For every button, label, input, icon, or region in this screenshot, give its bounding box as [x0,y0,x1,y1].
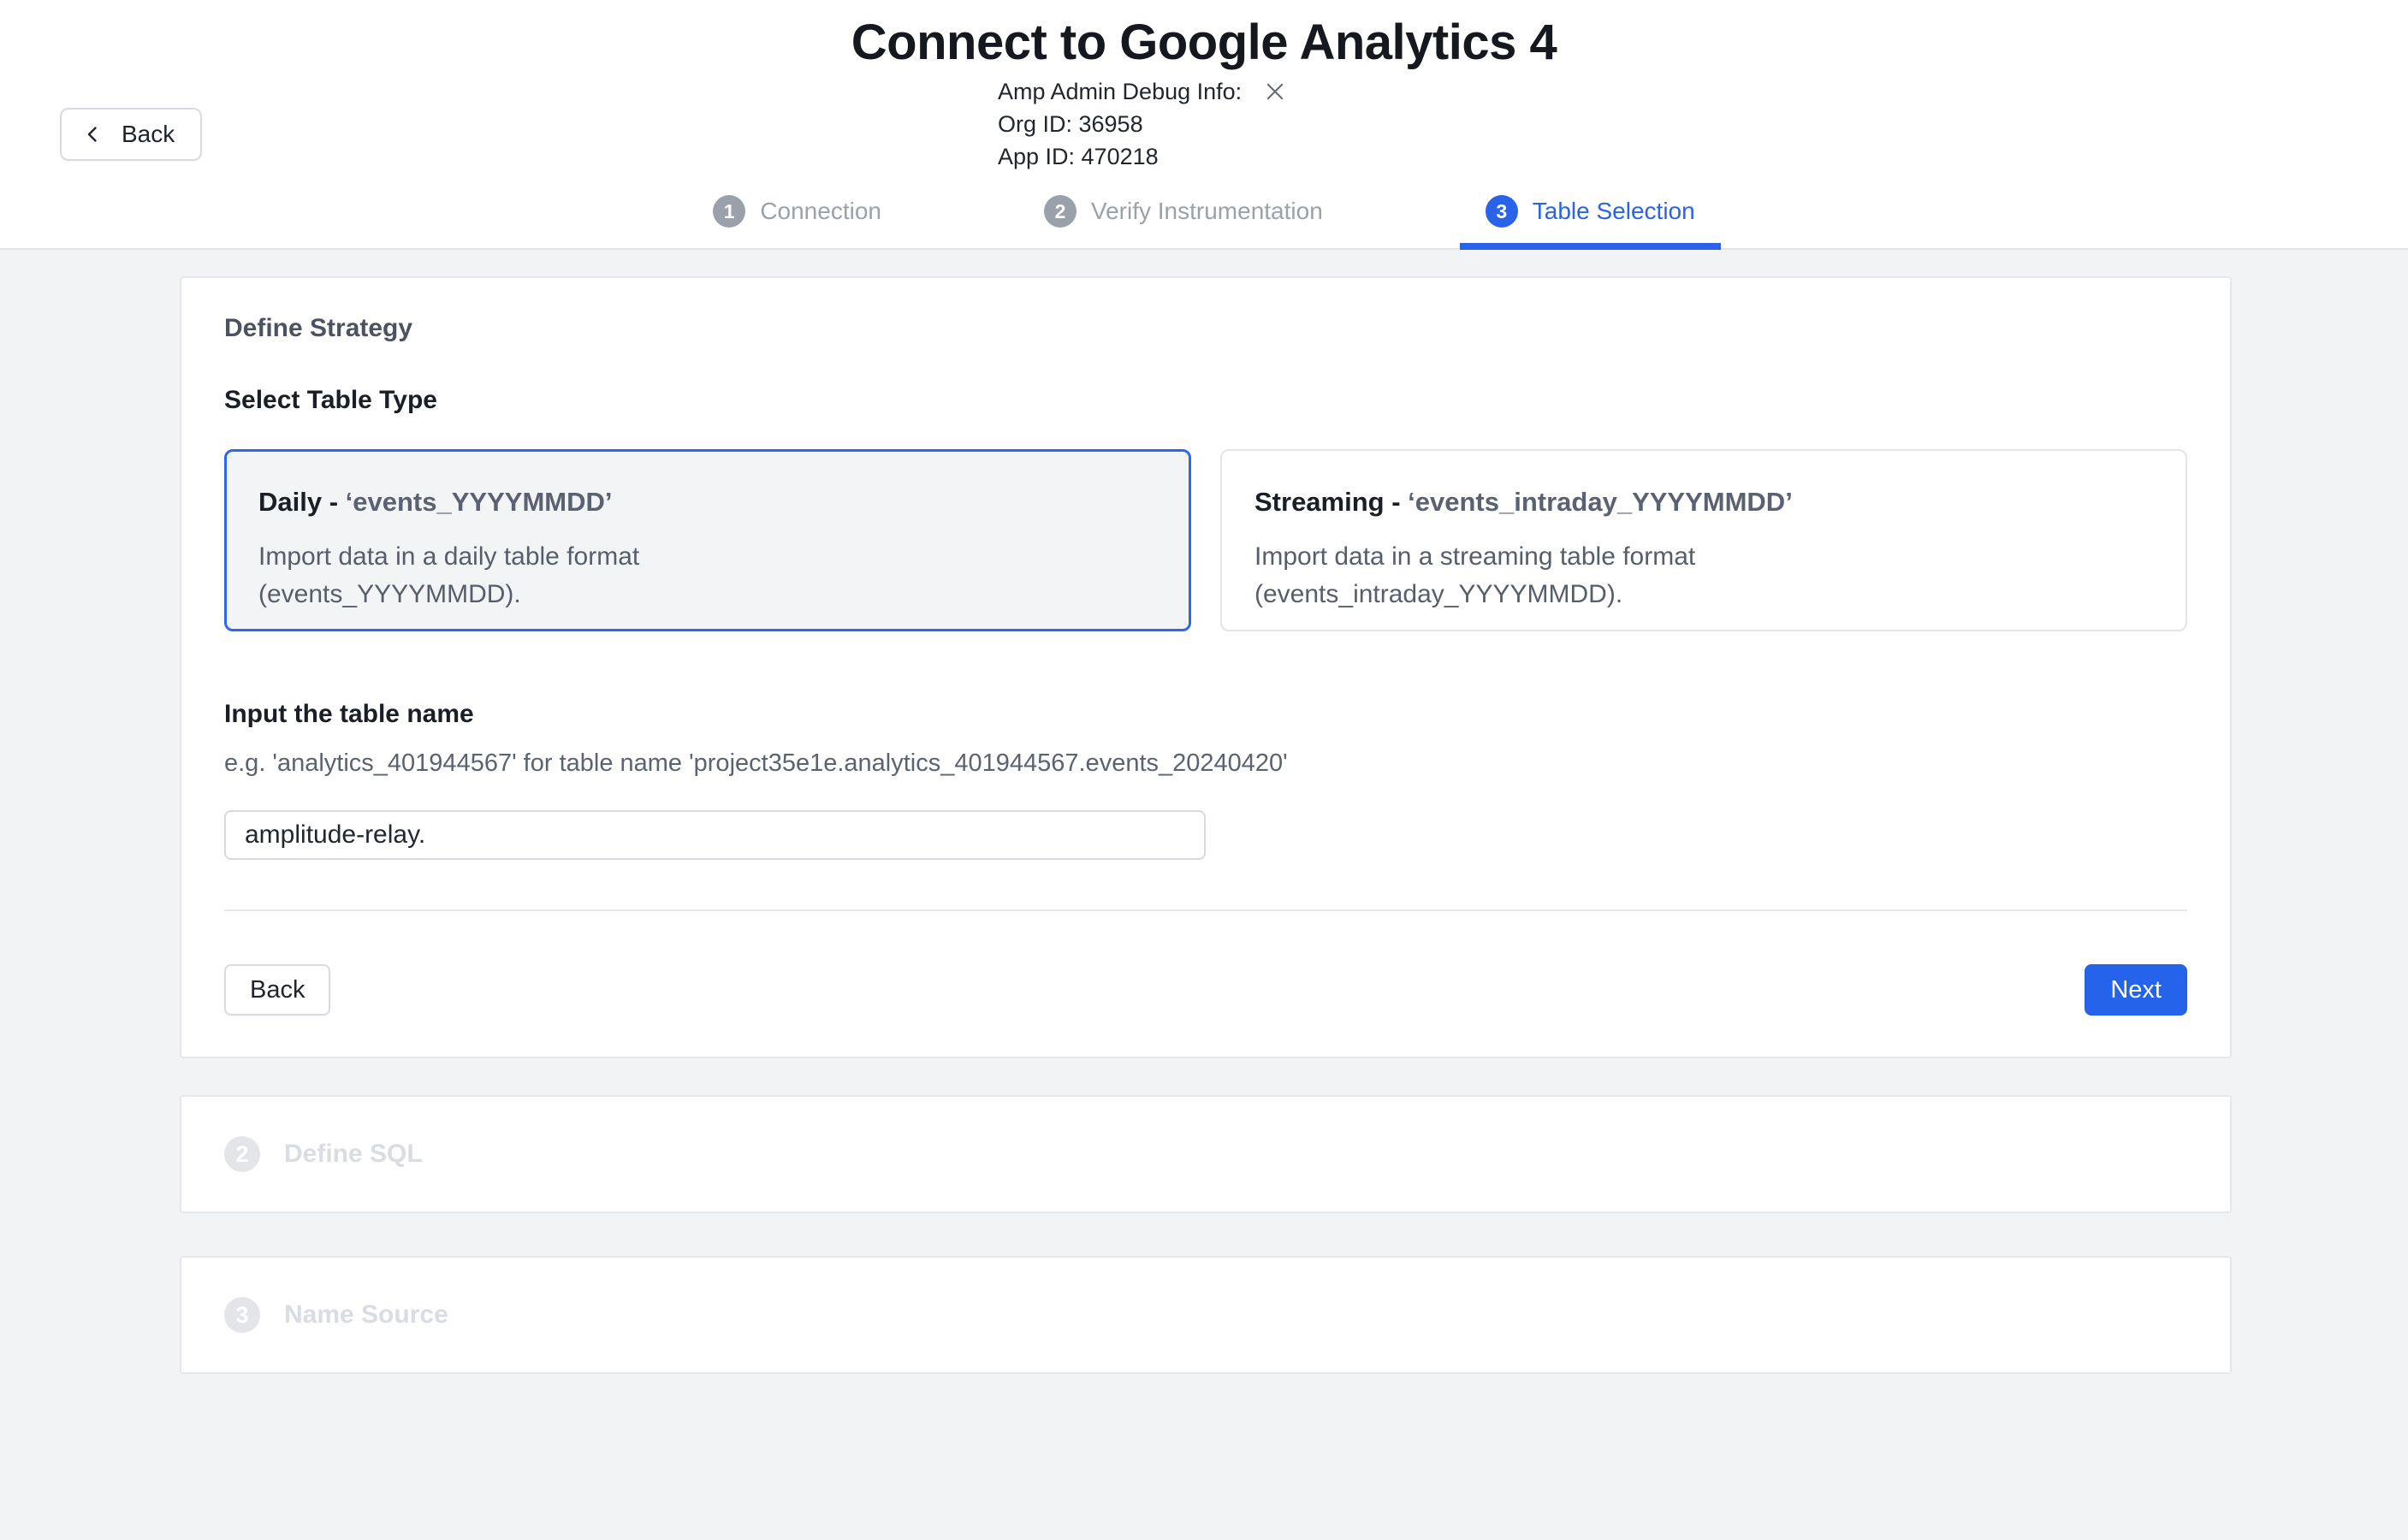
option-daily-title-code: ‘events_YYYYMMDD’ [346,487,613,517]
step-table-selection-label: Table Selection [1533,198,1695,225]
define-sql-step-number: 2 [224,1136,260,1172]
option-streaming-title: Streaming - ‘events_intraday_YYYYMMDD’ [1254,487,2153,518]
define-sql-label: Define SQL [284,1140,423,1169]
select-table-type-label: Select Table Type [224,386,2187,415]
table-name-input-hint: e.g. 'analytics_401944567' for table nam… [224,749,2187,778]
debug-org-id: Org ID: 36958 [998,108,1288,140]
header: Connect to Google Analytics 4 Back Amp A… [0,0,2408,250]
step-verify-instrumentation[interactable]: 2 Verify Instrumentation [1018,195,1349,248]
option-daily-table[interactable]: Daily - ‘events_YYYYMMDD’ Import data in… [224,449,1191,631]
option-streaming-table[interactable]: Streaming - ‘events_intraday_YYYYMMDD’ I… [1220,449,2187,631]
table-type-options: Daily - ‘events_YYYYMMDD’ Import data in… [224,449,2187,631]
name-source-section: 3 Name Source [180,1256,2232,1374]
section-divider [224,909,2187,911]
chevron-left-icon [82,124,103,145]
back-button[interactable]: Back [224,964,330,1016]
step-connection-number: 1 [713,195,745,228]
header-back-label: Back [122,121,175,148]
name-source-label: Name Source [284,1300,448,1330]
debug-info-title: Amp Admin Debug Info: [998,75,1242,108]
option-daily-title: Daily - ‘events_YYYYMMDD’ [258,487,1157,518]
header-back-button[interactable]: Back [60,108,202,161]
next-button[interactable]: Next [2085,964,2187,1016]
option-streaming-description: Import data in a streaming table format … [1254,538,2153,613]
define-strategy-title: Define Strategy [224,314,2187,343]
step-verify-number: 2 [1044,195,1076,228]
table-name-input[interactable] [224,810,1206,860]
option-daily-description-line2: (events_YYYYMMDD). [258,576,1157,613]
step-active-underline [1460,243,1721,250]
main-content: Define Strategy Select Table Type Daily … [0,250,2408,1374]
option-daily-description: Import data in a daily table format (eve… [258,538,1157,613]
option-daily-title-prefix: Daily - [258,487,346,517]
option-streaming-description-line2: (events_intraday_YYYYMMDD). [1254,576,2153,613]
option-streaming-title-prefix: Streaming - [1254,487,1408,517]
stepper: 1 Connection 2 Verify Instrumentation 3 … [0,195,2408,248]
name-source-step-number: 3 [224,1297,260,1333]
option-daily-description-line1: Import data in a daily table format [258,538,1157,576]
close-icon[interactable] [1262,79,1288,104]
step-connection-label: Connection [760,198,881,225]
define-strategy-card: Define Strategy Select Table Type Daily … [180,276,2232,1058]
debug-app-id: App ID: 470218 [998,140,1288,173]
step-connection[interactable]: 1 Connection [687,195,907,248]
button-row: Back Next [224,964,2187,1016]
table-name-input-label: Input the table name [224,700,2187,729]
step-table-selection-number: 3 [1486,195,1518,228]
option-streaming-title-code: ‘events_intraday_YYYYMMDD’ [1408,487,1793,517]
define-sql-section: 2 Define SQL [180,1095,2232,1213]
step-verify-label: Verify Instrumentation [1091,198,1323,225]
option-streaming-description-line1: Import data in a streaming table format [1254,538,2153,576]
page-title: Connect to Google Analytics 4 [0,0,2408,71]
step-table-selection[interactable]: 3 Table Selection [1460,195,1721,248]
debug-info-block: Amp Admin Debug Info: Org ID: 36958 App … [998,75,1288,173]
